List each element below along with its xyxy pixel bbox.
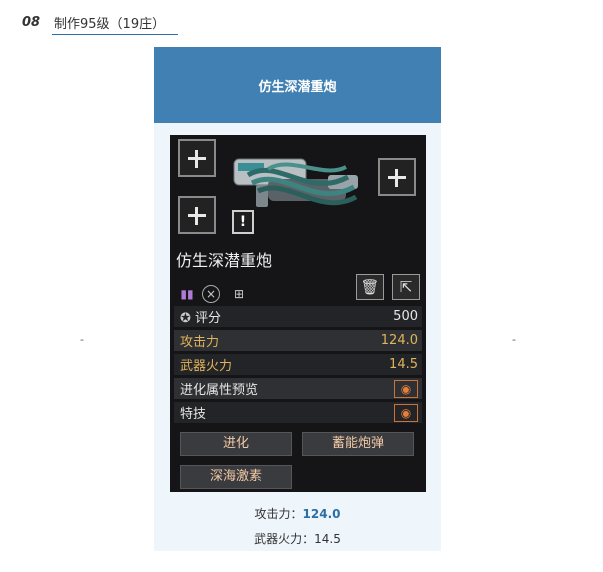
card-header: 仿生深潜重炮 bbox=[154, 47, 441, 123]
attack-value: 124.0 bbox=[380, 333, 418, 348]
trash-icon: 🗑 bbox=[360, 278, 380, 296]
footer-attack-value: 124.0 bbox=[302, 507, 341, 521]
firepower-label: 武器火力 bbox=[180, 359, 233, 374]
section-number: 08 bbox=[22, 14, 41, 30]
firepower-value: 14.5 bbox=[389, 357, 418, 372]
stat-row-firepower: 武器火力 14.5 bbox=[174, 354, 422, 375]
add-slot-right[interactable] bbox=[378, 158, 416, 196]
footer-attack: 攻击力：124.0 bbox=[154, 505, 441, 522]
deep-sea-hormone-button[interactable]: 深海激素 bbox=[180, 465, 292, 489]
eye-icon[interactable]: ◉ bbox=[394, 379, 418, 398]
footer-firepower-label: 武器火力： bbox=[254, 532, 315, 546]
add-slot-top-left[interactable] bbox=[178, 139, 216, 177]
score-label: ✪ 评分 bbox=[180, 311, 222, 326]
skill-label: 特技 bbox=[180, 407, 207, 422]
heading-underline bbox=[52, 34, 178, 35]
footer-firepower: 武器火力：14.5 bbox=[154, 530, 441, 547]
footer-attack-label: 攻击力： bbox=[254, 507, 303, 521]
left-dash: - bbox=[80, 333, 84, 346]
stat-row-score: ✪ 评分 500 bbox=[174, 306, 422, 327]
weapon-image bbox=[233, 158, 358, 207]
crosshair-icon: × bbox=[202, 285, 220, 303]
ammo-icon: ▮▮ bbox=[180, 287, 194, 301]
share-icon: ⇱ bbox=[399, 278, 413, 296]
delete-button[interactable]: 🗑 bbox=[356, 274, 384, 300]
right-dash: - bbox=[512, 333, 516, 346]
eye-icon[interactable]: ◉ bbox=[394, 403, 418, 422]
weapon-name: 仿生深潜重炮 bbox=[176, 251, 273, 270]
evolution-preview-label: 进化属性预览 bbox=[180, 383, 259, 398]
stat-row-attack: 攻击力 124.0 bbox=[174, 330, 422, 351]
score-value: 500 bbox=[393, 309, 418, 324]
attack-label: 攻击力 bbox=[180, 335, 220, 350]
section-heading: 08 制作95级（19庄） bbox=[22, 10, 169, 34]
charge-shell-button[interactable]: 蓄能炮弹 bbox=[302, 432, 414, 456]
share-button[interactable]: ⇱ bbox=[392, 274, 420, 300]
stat-row-skill[interactable]: 特技 ◉ bbox=[174, 402, 422, 423]
footer-firepower-value: 14.5 bbox=[314, 532, 341, 546]
add-slot-bottom-left[interactable] bbox=[178, 196, 216, 234]
scope-icon: ⊞ bbox=[233, 287, 245, 301]
section-title: 制作95级（19庄） bbox=[54, 16, 166, 32]
score-icon: ✪ bbox=[180, 311, 191, 326]
evolve-button[interactable]: 进化 bbox=[180, 432, 292, 456]
stat-row-evolution-preview[interactable]: 进化属性预览 ◉ bbox=[174, 378, 422, 399]
game-screenshot: ! 仿生深潜重炮 ▮▮ × ⊞ 🗑 ⇱ ✪ 评分 500 攻击力 124.0 武… bbox=[170, 135, 426, 492]
